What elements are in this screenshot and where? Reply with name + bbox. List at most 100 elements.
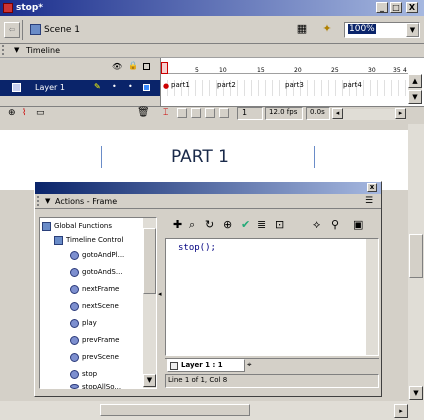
stage-heading: PART 1 [171, 147, 229, 167]
scroll-down-icon[interactable]: ▼ [408, 90, 422, 104]
code-hint-icon[interactable]: ⊡ [275, 218, 284, 231]
scroll-up-icon[interactable]: ▲ [408, 74, 422, 88]
edit-multiple-icon[interactable] [205, 108, 215, 118]
layer-row[interactable]: Layer 1 ✎ • • [0, 80, 160, 96]
script-code[interactable]: stop(); [178, 243, 216, 253]
actions-titlebar[interactable]: x [35, 182, 381, 194]
replace-icon[interactable]: ↻ [205, 218, 214, 231]
script-tabs: Layer 1 : 1 ⌖ [165, 358, 379, 372]
scroll-down-icon[interactable]: ▼ [409, 386, 423, 400]
check-syntax-icon[interactable]: ✔ [241, 218, 250, 231]
frame-row[interactable]: ● part1 part2 part3 part4 [161, 80, 408, 96]
insert-folder-icon[interactable]: ▭ [36, 108, 45, 118]
close-button[interactable]: x [367, 183, 377, 192]
status-bar: Line 1 of 1, Col 8 [165, 374, 379, 388]
tree-item[interactable]: prevScene [82, 353, 119, 361]
trash-icon[interactable]: 🗑 [137, 107, 150, 118]
action-icon [70, 336, 79, 345]
book-icon [54, 236, 63, 245]
target-path-icon[interactable]: ⊕ [223, 218, 232, 231]
close-button[interactable]: X [406, 2, 418, 13]
actions-title: Actions - Frame [55, 197, 118, 206]
collapse-arrow-icon[interactable]: ▼ [14, 46, 19, 54]
toolbox-vscrollbar[interactable]: ▼ [143, 218, 156, 388]
grip-icon[interactable] [2, 45, 8, 55]
tree-item[interactable]: gotoAndS... [82, 268, 123, 276]
maximize-button[interactable]: □ [390, 2, 402, 13]
tree-item[interactable]: play [82, 319, 97, 327]
timeline-label: Timeline [26, 46, 61, 55]
chevron-down-icon[interactable]: ▼ [406, 23, 419, 37]
timeline-hscrollbar[interactable]: ◂ ▸ [332, 108, 406, 120]
onion-markers-icon[interactable] [219, 108, 229, 118]
options-menu-icon[interactable]: ☰ [365, 196, 373, 206]
ruler-tick: 30 [368, 67, 376, 74]
grip-icon[interactable] [37, 196, 41, 206]
frame-label: part2 [217, 81, 236, 89]
lock-dot[interactable]: • [128, 82, 133, 91]
auto-format-icon[interactable]: ≣ [257, 218, 266, 231]
status-text: Line 1 of 1, Col 8 [168, 376, 228, 384]
tree-item[interactable]: stopAllSo... [82, 383, 121, 389]
tree-timeline-control[interactable]: Timeline Control [66, 236, 123, 244]
tree-item[interactable]: stop [82, 370, 97, 378]
scene-bar: ⇦ Scene 1 ▦ ✦ 100% ▼ [0, 16, 424, 44]
find-icon[interactable]: ⌕ [189, 218, 195, 232]
pencil-icon[interactable]: ✎ [94, 82, 101, 91]
layer-icon [12, 83, 21, 92]
edit-symbols-icon[interactable]: ▦ [293, 22, 311, 38]
script-assist-icon[interactable]: ⚲ [331, 218, 339, 231]
edit-scene-icon[interactable]: ✦ [318, 22, 336, 38]
timeline-header[interactable]: ▼ Timeline [0, 44, 424, 58]
onion-skin-icon[interactable] [177, 108, 187, 118]
scroll-thumb[interactable] [409, 234, 423, 278]
actions-header[interactable]: ▼ Actions - Frame ☰ [35, 194, 381, 209]
add-motion-guide-icon[interactable]: ⌇ [22, 108, 26, 118]
zoom-select[interactable]: 100% ▼ [344, 22, 420, 38]
scroll-right-icon[interactable]: ▸ [394, 404, 408, 418]
back-arrow-icon[interactable]: ⇦ [4, 22, 20, 38]
center-frame-icon[interactable]: ⌶ [163, 108, 168, 118]
minimize-button[interactable]: _ [376, 2, 388, 13]
script-vscrollbar[interactable] [366, 239, 378, 355]
scroll-thumb[interactable] [143, 228, 156, 294]
playhead[interactable] [161, 62, 168, 74]
add-statement-icon[interactable]: ✚ [173, 218, 182, 231]
tab-layer-1[interactable]: Layer 1 : 1 [167, 359, 245, 372]
timeline-vscrollbar[interactable]: ▲ ▼ [408, 74, 422, 104]
flash-window: stop* _ □ X ⇦ Scene 1 ▦ ✦ 100% ▼ ▼ Timel… [0, 0, 424, 420]
insert-layer-icon[interactable]: ⊕ [8, 108, 16, 118]
onion-outline-icon[interactable] [191, 108, 201, 118]
stage-vscrollbar[interactable]: ▼ [408, 124, 424, 401]
reference-icon[interactable]: ▣ [353, 218, 363, 231]
collapse-arrow-icon[interactable]: ▼ [45, 197, 50, 205]
tree-item[interactable]: gotoAndPl... [82, 251, 124, 259]
book-icon [42, 222, 51, 231]
tree-item[interactable]: nextScene [82, 302, 119, 310]
scroll-left-icon[interactable]: ◂ [332, 108, 343, 119]
scroll-down-icon[interactable]: ▼ [143, 374, 156, 387]
script-pane[interactable]: stop(); [165, 238, 379, 356]
frame-ruler[interactable]: 5 10 15 20 25 30 35 4 [161, 58, 408, 74]
window-title: stop* [16, 3, 43, 13]
debug-options-icon[interactable]: ⟡ [313, 218, 320, 232]
pin-icon[interactable]: ⌖ [247, 360, 252, 370]
tree-global-functions[interactable]: Global Functions [54, 222, 112, 230]
lock-icon[interactable]: 🔒 [128, 61, 138, 70]
actions-toolbar: ✚ ⌕ ↻ ⊕ ✔ ≣ ⊡ ⟡ ⚲ ▣ [165, 216, 379, 236]
title-bar[interactable]: stop* _ □ X [0, 0, 424, 16]
scroll-thumb[interactable] [100, 404, 250, 416]
action-icon [70, 251, 79, 260]
visibility-dot[interactable]: • [112, 82, 117, 91]
tree-item[interactable]: prevFrame [82, 336, 119, 344]
scroll-right-icon[interactable]: ▸ [395, 108, 406, 119]
layer-color-swatch[interactable] [143, 84, 150, 91]
stage-hscrollbar[interactable]: ▸ [0, 401, 424, 420]
collapse-toolbox-icon[interactable]: ◂ [158, 290, 162, 298]
eye-icon[interactable]: 👁 [112, 62, 122, 71]
frame-label: part1 [171, 81, 190, 89]
outline-icon[interactable] [143, 63, 150, 70]
tree-item[interactable]: nextFrame [82, 285, 119, 293]
ruler-tick: 5 [195, 67, 199, 74]
action-icon [70, 285, 79, 294]
